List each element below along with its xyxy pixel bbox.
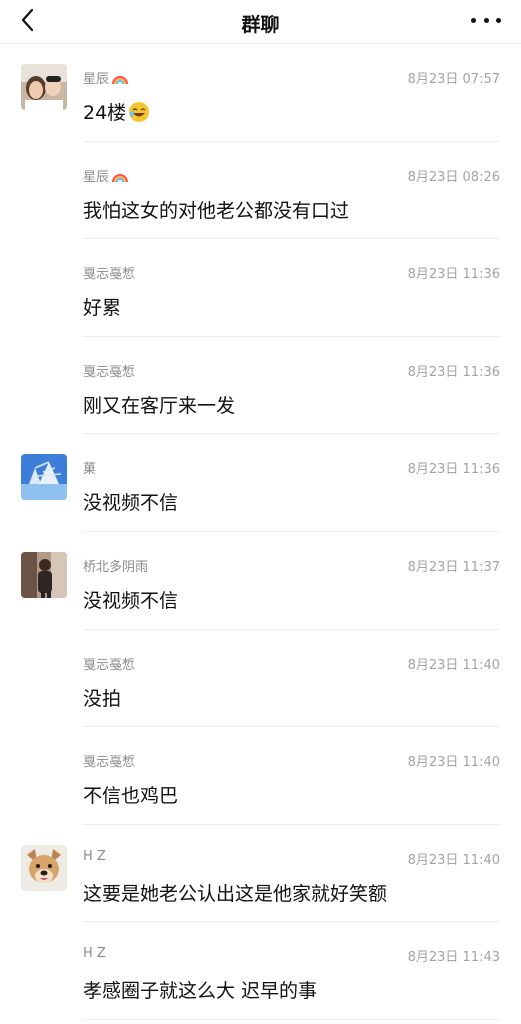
message-item[interactable]: 戛忈戞惁 8月23日 11:40 不信也鸡巴 <box>0 727 521 825</box>
more-dot-icon <box>496 17 501 23</box>
message-item[interactable]: 桥北多阴雨 8月23日 11:37 没视频不信 <box>0 532 521 630</box>
person-photo <box>21 551 67 598</box>
dog-photo <box>21 844 67 891</box>
more-options-button[interactable] <box>471 10 501 30</box>
message-item[interactable]: 菓 8月23日 11:36 没视频不信 <box>0 434 521 532</box>
message-time: 8月23日 11:40 <box>407 755 500 771</box>
avatar[interactable] <box>21 551 67 598</box>
message-item[interactable]: H Z 8月23日 11:40 这要是她老公认出这是他家就好笑额 <box>0 825 521 923</box>
sender-name: 星辰 <box>83 166 129 185</box>
message-time: 8月23日 08:26 <box>407 169 500 185</box>
sender-name: 菓 <box>83 462 97 478</box>
message-text[interactable]: 不信也鸡巴 <box>83 781 178 808</box>
snow-tree-photo <box>21 454 67 501</box>
sender-name: 桥北多阴雨 <box>83 559 149 575</box>
message-text[interactable]: 没视频不信 <box>83 586 178 613</box>
message-time: 8月23日 11:36 <box>407 364 500 380</box>
message-item[interactable]: H Z 8月23日 11:43 孝感圈子就这么大 迟早的事 <box>0 922 521 1020</box>
avatar[interactable] <box>21 454 67 501</box>
couple-photo <box>21 64 67 110</box>
message-text[interactable]: 没视频不信 <box>83 488 178 515</box>
message-text[interactable]: 没拍 <box>83 684 121 711</box>
more-dot-icon <box>471 17 476 23</box>
sender-name: 戛忈戞惁 <box>83 657 136 673</box>
message-item[interactable]: 戛忈戞惁 8月23日 11:36 刚又在客厅来一发 <box>0 337 521 435</box>
sender-name: 戛忈戞惁 <box>83 364 136 380</box>
rainbow-icon <box>112 173 129 182</box>
message-time: 8月23日 11:40 <box>407 657 500 673</box>
rainbow-icon <box>112 76 129 85</box>
message-time: 8月23日 11:36 <box>407 267 500 283</box>
page-title: 群聊 <box>241 14 280 36</box>
sender-name: H Z <box>83 946 106 962</box>
laughing-emoji-icon <box>129 102 150 122</box>
message-text[interactable]: 孝感圈子就这么大 迟早的事 <box>83 976 317 1003</box>
message-item[interactable]: 戛忈戞惁 8月23日 11:40 没拍 <box>0 630 521 728</box>
avatar[interactable] <box>21 844 67 891</box>
message-text[interactable]: 我怕这女的对他老公都没有口过 <box>83 196 349 223</box>
top-navigation-bar: 群聊 <box>0 0 521 44</box>
sender-name: 戛忈戞惁 <box>83 755 136 771</box>
message-time: 8月23日 11:37 <box>407 559 500 575</box>
message-text[interactable]: 这要是她老公认出这是他家就好笑额 <box>83 879 387 906</box>
more-dot-icon <box>483 17 489 23</box>
message-time: 8月23日 11:43 <box>407 950 500 966</box>
message-list[interactable]: 星辰 8月23日 07:57 24楼 星辰 8月23日 08:26 我怕这女的对… <box>0 44 521 1020</box>
message-time: 8月23日 11:36 <box>407 462 500 478</box>
message-text[interactable]: 24楼 <box>83 98 150 125</box>
message-item[interactable]: 星辰 8月23日 07:57 24楼 <box>0 44 521 142</box>
avatar[interactable] <box>21 64 67 110</box>
message-time: 8月23日 07:57 <box>407 72 500 87</box>
sender-name: 戛忈戞惁 <box>83 267 136 283</box>
sender-name: H Z <box>83 848 106 864</box>
sender-name: 星辰 <box>83 68 129 87</box>
message-text[interactable]: 刚又在客厅来一发 <box>83 391 235 418</box>
message-item[interactable]: 星辰 8月23日 08:26 我怕这女的对他老公都没有口过 <box>0 142 521 240</box>
message-text[interactable]: 好累 <box>83 293 121 320</box>
message-item[interactable]: 戛忈戞惁 8月23日 11:36 好累 <box>0 239 521 337</box>
divider <box>83 1018 500 1020</box>
message-time: 8月23日 11:40 <box>407 852 500 868</box>
